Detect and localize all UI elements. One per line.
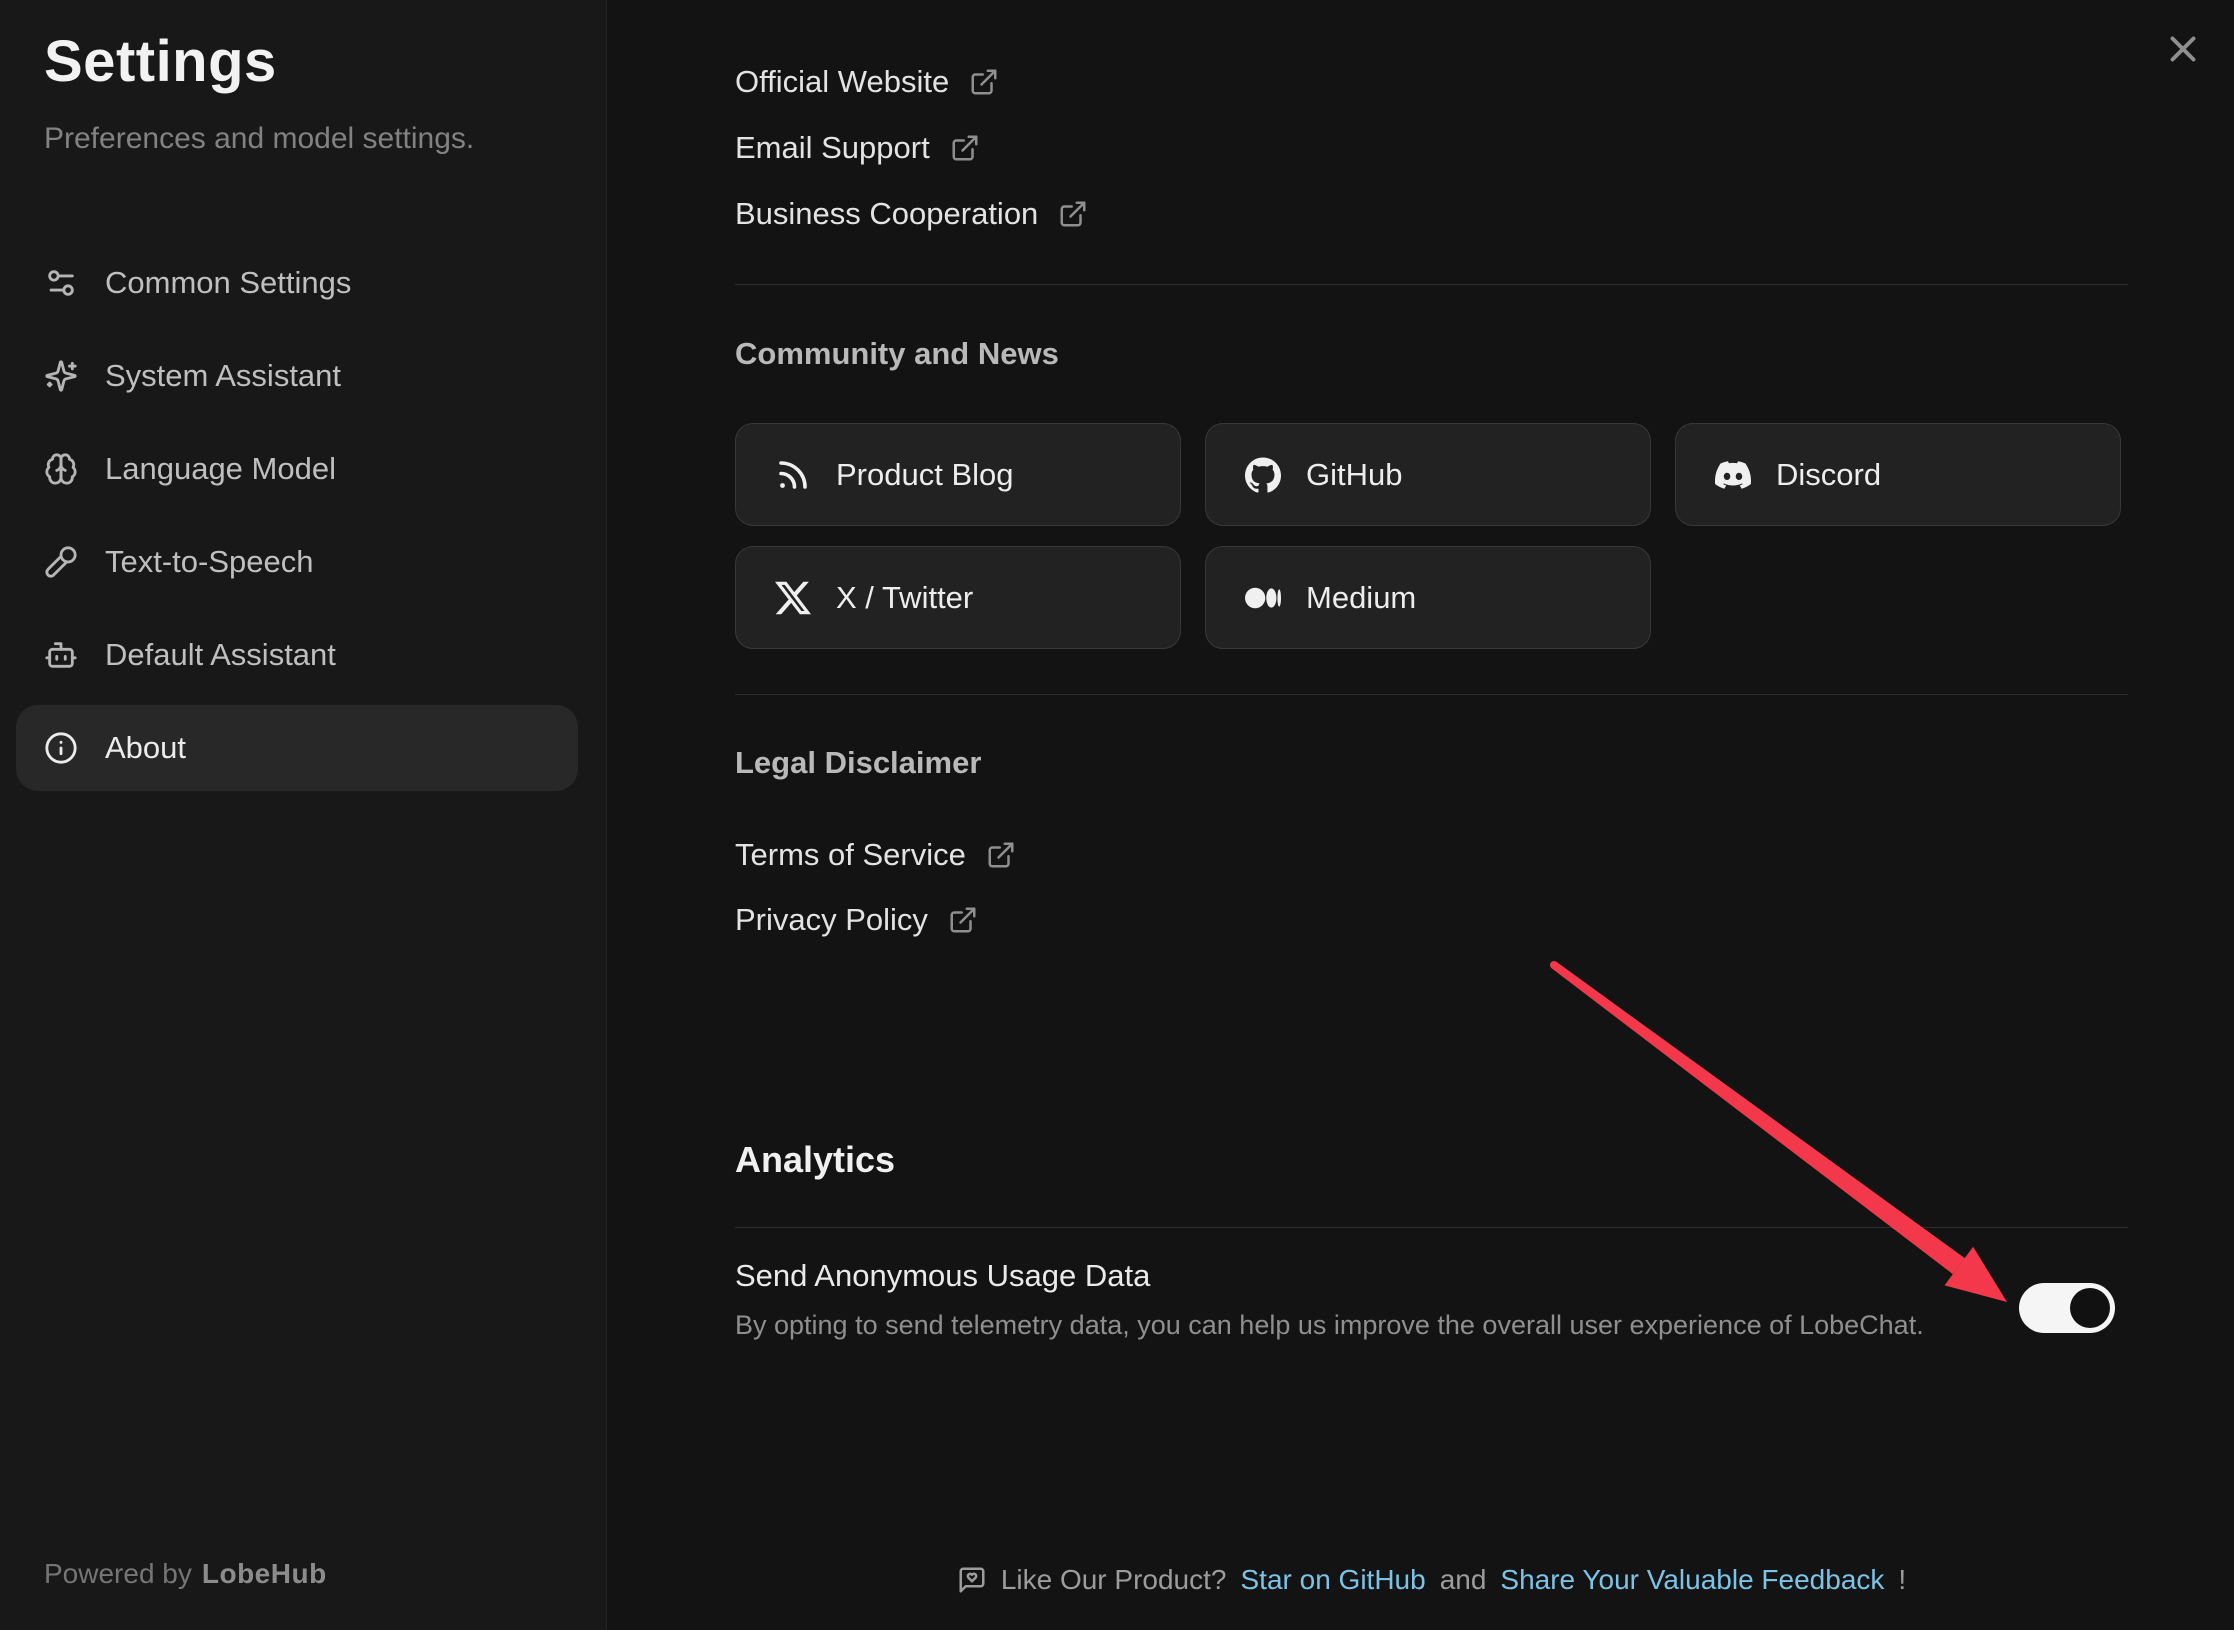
sidebar-item-label: Language Model — [105, 451, 336, 487]
info-icon — [44, 731, 78, 765]
toggle-knob — [2070, 1288, 2110, 1328]
button-label: GitHub — [1306, 457, 1402, 493]
link-label: Official Website — [735, 64, 949, 100]
github-icon — [1244, 456, 1282, 494]
settings-sidebar: Settings Preferences and model settings.… — [0, 0, 607, 1630]
link-label: Privacy Policy — [735, 902, 928, 938]
divider — [735, 1227, 2128, 1228]
divider — [735, 284, 2128, 285]
sliders-icon — [44, 266, 78, 300]
button-label: Discord — [1776, 457, 1881, 493]
sparkles-icon — [44, 359, 78, 393]
button-label: Medium — [1306, 580, 1416, 616]
page-title: Settings — [44, 28, 277, 95]
close-button[interactable] — [2163, 29, 2203, 69]
star-on-github-link[interactable]: Star on GitHub — [1240, 1564, 1425, 1596]
external-link-icon — [969, 67, 999, 97]
share-feedback-link[interactable]: Share Your Valuable Feedback — [1500, 1564, 1884, 1596]
legal-title: Legal Disclaimer — [735, 745, 981, 781]
settings-modal: Settings Preferences and model settings.… — [0, 0, 2234, 1630]
discord-button[interactable]: Discord — [1675, 423, 2121, 526]
official-website-link[interactable]: Official Website — [735, 60, 999, 104]
brain-icon — [44, 452, 78, 486]
external-link-icon — [950, 133, 980, 163]
sidebar-item-text-to-speech[interactable]: Text-to-Speech — [16, 519, 578, 605]
discord-icon — [1714, 456, 1752, 494]
telemetry-setting-label: Send Anonymous Usage Data — [735, 1258, 1150, 1294]
telemetry-toggle[interactable] — [2019, 1283, 2115, 1333]
rss-icon — [774, 456, 812, 494]
link-label: Terms of Service — [735, 837, 966, 873]
divider — [735, 694, 2128, 695]
footer-prefix: Like Our Product? — [1001, 1564, 1227, 1596]
email-support-link[interactable]: Email Support — [735, 126, 980, 170]
sidebar-item-label: Common Settings — [105, 265, 351, 301]
terms-of-service-link[interactable]: Terms of Service — [735, 833, 1016, 877]
business-cooperation-link[interactable]: Business Cooperation — [735, 192, 1088, 236]
sidebar-item-system-assistant[interactable]: System Assistant — [16, 333, 578, 419]
about-panel: Contact Us Official Website Email Suppor… — [608, 0, 2234, 1630]
message-square-heart-icon — [957, 1565, 987, 1595]
external-link-icon — [948, 905, 978, 935]
medium-icon — [1244, 579, 1282, 617]
mic-icon — [44, 545, 78, 579]
telemetry-setting-description: By opting to send telemetry data, you ca… — [735, 1310, 1924, 1341]
bot-icon — [44, 638, 78, 672]
sidebar-item-label: System Assistant — [105, 358, 341, 394]
github-button[interactable]: GitHub — [1205, 423, 1651, 526]
medium-button[interactable]: Medium — [1205, 546, 1651, 649]
button-label: Product Blog — [836, 457, 1014, 493]
powered-by: Powered by LobeHub — [44, 1558, 327, 1590]
powered-by-text: Powered by — [44, 1558, 192, 1589]
community-title: Community and News — [735, 336, 1059, 372]
sidebar-item-label: Default Assistant — [105, 637, 336, 673]
sidebar-item-label: Text-to-Speech — [105, 544, 314, 580]
feedback-footer: Like Our Product? Star on GitHub and Sha… — [735, 1558, 2128, 1602]
lobehub-brand: LobeHub — [202, 1558, 327, 1589]
privacy-policy-link[interactable]: Privacy Policy — [735, 898, 978, 942]
page-subtitle: Preferences and model settings. — [44, 122, 474, 156]
sidebar-item-label: About — [105, 730, 186, 766]
button-label: X / Twitter — [836, 580, 973, 616]
sidebar-item-common-settings[interactable]: Common Settings — [16, 240, 578, 326]
footer-suffix: ! — [1898, 1564, 1906, 1596]
sidebar-item-default-assistant[interactable]: Default Assistant — [16, 612, 578, 698]
external-link-icon — [1058, 199, 1088, 229]
close-icon — [2165, 31, 2201, 67]
sidebar-item-language-model[interactable]: Language Model — [16, 426, 578, 512]
contact-us-title: Contact Us — [744, 0, 908, 2]
sidebar-item-about[interactable]: About — [16, 705, 578, 791]
external-link-icon — [986, 840, 1016, 870]
link-label: Email Support — [735, 130, 930, 166]
x-twitter-button[interactable]: X / Twitter — [735, 546, 1181, 649]
link-label: Business Cooperation — [735, 196, 1038, 232]
x-twitter-icon — [774, 579, 812, 617]
footer-middle: and — [1440, 1564, 1487, 1596]
analytics-title: Analytics — [735, 1139, 895, 1181]
product-blog-button[interactable]: Product Blog — [735, 423, 1181, 526]
